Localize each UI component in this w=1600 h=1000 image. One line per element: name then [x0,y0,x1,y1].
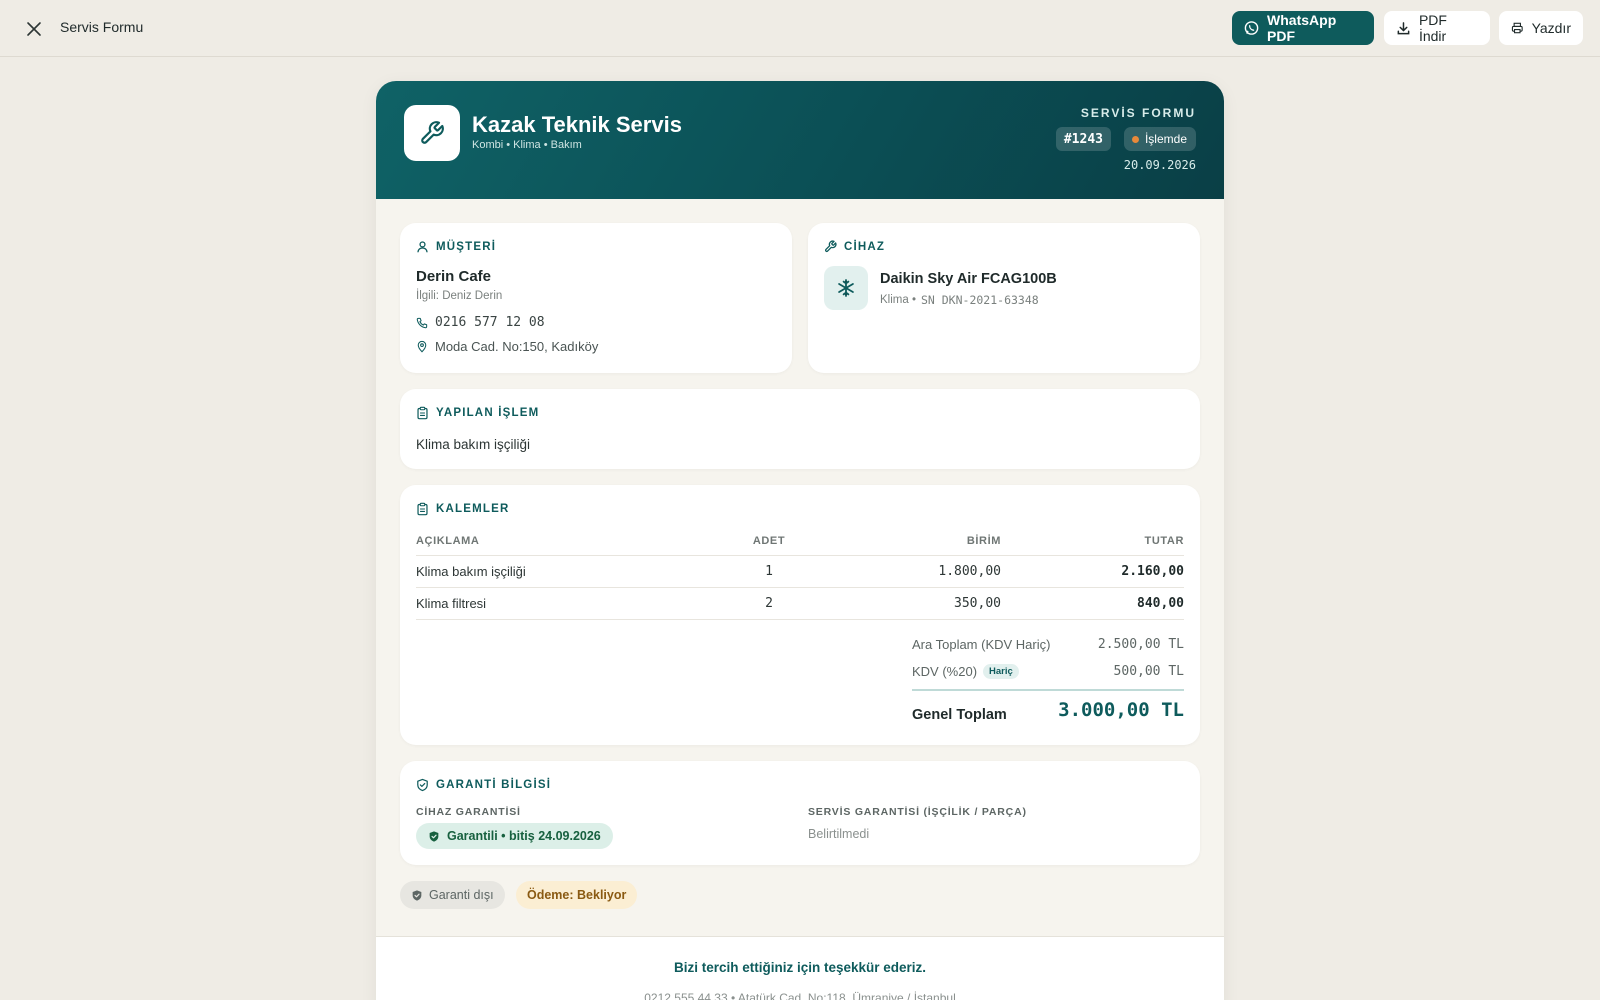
table-row: Klima filtresi 2 350,00 840,00 [416,588,1184,620]
company-name: Kazak Teknik Servis [472,112,682,137]
total-divider [912,689,1184,691]
row-qty: 2 [765,596,773,611]
process-card: YAPILAN İŞLEM Klima bakım işçiliği [400,389,1200,469]
warranty-section-title: GARANTİ BİLGİSİ [416,778,551,792]
clipboard-icon [417,406,428,420]
device-warranty-text: Garantili • bitiş 24.09.2026 [447,829,601,843]
whatsapp-pdf-label: WhatsApp PDF [1267,12,1337,44]
warranty-title-text: GARANTİ BİLGİSİ [436,779,552,791]
page-title: Servis Formu [60,19,144,35]
row-unit-price: 350,00 [954,596,1001,611]
col-desc-header: AÇIKLAMA [416,535,480,547]
company-logo [404,105,460,161]
customer-name: Derin Cafe [416,268,492,285]
service-form-document: Kazak Teknik Servis Kombi • Klima • Bakı… [376,81,1224,1000]
vat-label: KDV (%20) Hariç [912,664,1019,679]
col-qty-header: ADET [752,535,786,547]
document-header: Kazak Teknik Servis Kombi • Klima • Bakı… [376,81,1224,199]
customer-title-text: MÜŞTERİ [436,240,497,253]
process-description: Klima bakım işçiliği [416,437,531,452]
download-icon [1397,21,1410,34]
customer-card: MÜŞTERİ Derin Cafe İlgili: Deniz Derin 0… [400,223,792,373]
grand-total-label: Genel Toplam [912,707,1007,723]
subtotal-value: 2.500,00 TL [1097,637,1184,652]
print-label: Yazdır [1531,20,1571,36]
shield-icon [429,830,439,842]
col-unit-header: BİRİM [966,535,1001,547]
row-desc: Klima filtresi [416,596,487,611]
process-title-text: YAPILAN İŞLEM [436,407,540,419]
customer-phone[interactable]: 0216 577 12 08 [416,315,545,330]
top-bar: Servis Formu WhatsApp PDF PDF İndir Yazd… [0,0,1600,57]
warranty-status-badge: Garanti dışı [400,881,505,909]
customer-contact-person: İlgili: Deniz Derin [416,290,503,302]
wrench-small-icon [824,240,837,253]
form-type-label: SERVİS FORMU [1080,106,1196,120]
user-icon [417,241,428,253]
pdf-download-button[interactable]: PDF İndir [1384,11,1490,45]
device-warranty-badge: Garantili • bitiş 24.09.2026 [416,823,613,849]
close-button[interactable] [22,17,46,41]
print-button[interactable]: Yazdır [1499,11,1583,45]
row-qty: 1 [765,564,773,579]
col-total-header: TUTAR [1144,535,1184,547]
shield-outline-icon [412,889,422,901]
device-serial: SN DKN-2021-63348 [920,293,1039,307]
items-card: KALEMLER AÇIKLAMA ADET BİRİM TUTAR Klima… [400,485,1200,745]
row-desc: Klima bakım işçiliği [416,564,526,579]
payment-status-badge: Ödeme: Bekliyor [516,881,638,909]
form-number-badge: #1243 [1055,127,1111,151]
vat-value: 500,00 TL [1113,664,1184,679]
service-warranty-label: SERVİS GARANTİSİ (İŞÇİLİK / PARÇA) [808,806,1027,818]
row-total: 2.160,00 [1121,564,1184,579]
close-icon [27,22,41,36]
items-title-text: KALEMLER [436,503,510,515]
vat-excluded-badge: Hariç [983,664,1019,679]
device-type-badge [824,266,868,310]
warranty-card: GARANTİ BİLGİSİ CİHAZ GARANTİSİ Garantil… [400,761,1200,865]
snowflake-icon [838,279,854,297]
pdf-download-label: PDF İndir [1418,12,1447,44]
whatsapp-pdf-button[interactable]: WhatsApp PDF [1232,11,1374,45]
items-table-header: AÇIKLAMA ADET BİRİM TUTAR [416,535,1184,555]
device-card: CİHAZ Daikin Sky Air FCAG100B Klima • SN… [808,223,1200,373]
process-section-title: YAPILAN İŞLEM [416,406,539,420]
status-label: İşlemde [1144,132,1187,146]
vat-label-text: KDV (%20) [912,664,978,679]
row-unit-price: 1.800,00 [938,564,1001,579]
whatsapp-icon [1244,21,1259,35]
device-model: Daikin Sky Air FCAG100B [880,271,1057,287]
service-warranty-value: Belirtilmedi [808,827,870,841]
warranty-status-text: Garanti dışı [429,888,494,902]
table-row: Klima bakım işçiliği 1 1.800,00 2.160,00 [416,556,1184,588]
status-dot-icon [1131,135,1139,143]
table-divider [416,619,1184,620]
device-section-title: CİHAZ [824,240,885,253]
location-pin-icon [417,340,427,353]
wrench-icon [421,121,444,144]
shield-check-icon [417,778,428,792]
device-type: Klima • [880,294,916,306]
document-footer: Bizi tercih ettiğiniz için teşekkür eder… [376,936,1224,1000]
phone-icon [416,317,428,328]
form-date: 20.09.2026 [1123,158,1196,172]
clipboard-list-icon [417,502,428,516]
customer-phone-text: 0216 577 12 08 [435,315,545,330]
subtotal-label-text: Ara Toplam (KDV Hariç) [912,637,1051,652]
printer-icon [1511,22,1523,34]
thank-you-message: Bizi tercih ettiğiniz için teşekkür eder… [673,960,927,975]
customer-address-text: Moda Cad. No:150, Kadıköy [435,339,599,354]
device-warranty-label: CİHAZ GARANTİSİ [416,806,521,818]
subtotal-label: Ara Toplam (KDV Hariç) [912,637,1050,652]
items-section-title: KALEMLER [416,502,510,516]
company-tagline: Kombi • Klima • Bakım [472,139,582,151]
device-details: Klima • SN DKN-2021-63348 [880,293,1039,307]
company-contact-info: 0212 555 44 33 • Atatürk Cad. No:118, Üm… [644,991,956,1000]
status-badge: İşlemde [1123,127,1196,151]
grand-total-value: 3.000,00 TL [1058,699,1184,721]
device-title-text: CİHAZ [844,240,886,253]
customer-address: Moda Cad. No:150, Kadıköy [416,339,598,354]
customer-section-title: MÜŞTERİ [416,240,496,253]
row-total: 840,00 [1137,596,1184,611]
